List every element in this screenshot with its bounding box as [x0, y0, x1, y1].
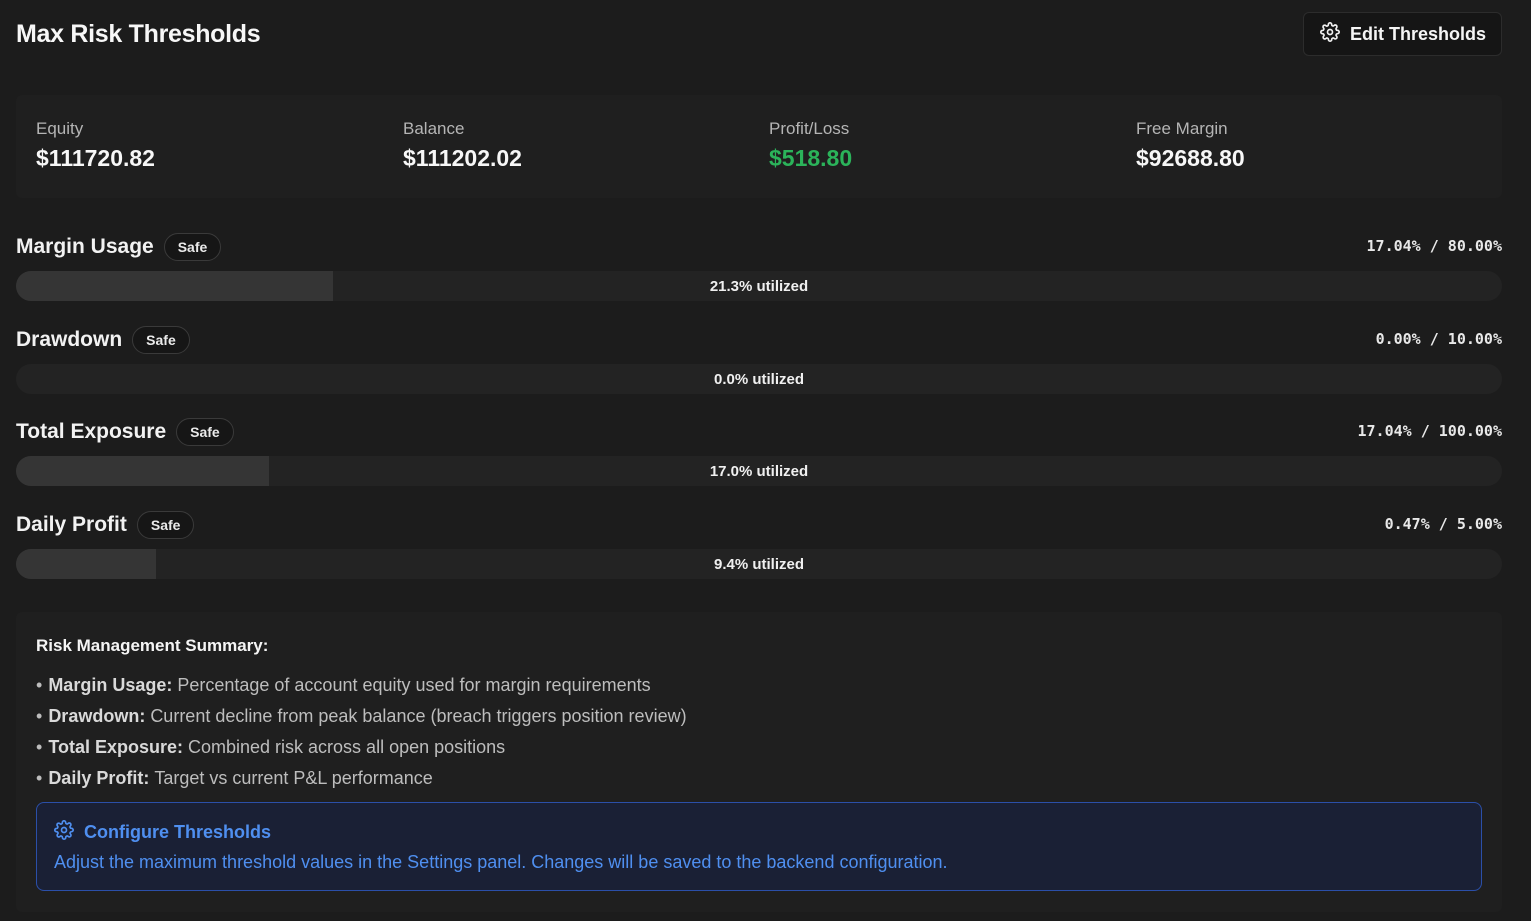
summary-list: • Margin Usage: Percentage of account eq… [36, 670, 687, 794]
configure-thresholds-notice: Configure Thresholds Adjust the maximum … [36, 802, 1482, 891]
summary-title: Risk Management Summary: [36, 636, 269, 655]
status-badge: Safe [176, 418, 234, 446]
info-text: Adjust the maximum threshold values in t… [54, 852, 948, 872]
stat-value: $518.80 [769, 145, 853, 171]
account-stats-card: Equity $111720.82 Balance $111202.02 Pro… [16, 95, 1502, 198]
summary-text: Current decline from peak balance (breac… [150, 706, 687, 726]
metric-name: Margin Usage [16, 235, 154, 258]
summary-text: Combined risk across all open positions [188, 737, 506, 757]
info-title: Configure Thresholds [84, 822, 272, 842]
bullet-icon: • [36, 737, 43, 757]
stat-equity: Equity $111720.82 [36, 119, 155, 172]
utilization-label: 21.3% utilized [709, 277, 809, 295]
bullet-icon: • [36, 675, 43, 695]
edit-thresholds-button[interactable]: Edit Thresholds [1302, 12, 1502, 56]
summary-term: Daily Profit: [48, 768, 150, 788]
utilization-label: 9.4% utilized [713, 555, 805, 573]
metric-margin-usage: Margin Usage Safe 17.04% / 80.00% 21.3% … [16, 231, 1502, 301]
stat-label: Equity [36, 119, 84, 138]
summary-text: Percentage of account equity used for ma… [177, 675, 651, 695]
summary-term: Total Exposure: [48, 737, 183, 757]
gear-icon [54, 820, 74, 845]
bullet-icon: • [36, 706, 43, 726]
metric-values: 17.04% / 80.00% [1366, 237, 1502, 255]
metric-drawdown: Drawdown Safe 0.00% / 10.00% 0.0% utiliz… [16, 324, 1502, 394]
stat-value: $111202.02 [403, 145, 522, 171]
utilization-bar: 9.4% utilized [16, 549, 1502, 579]
summary-term: Drawdown: [48, 706, 146, 726]
stat-label: Balance [403, 119, 465, 138]
stat-profit-loss: Profit/Loss $518.80 [769, 119, 852, 172]
utilization-bar: 21.3% utilized [16, 271, 1502, 301]
status-badge: Safe [132, 326, 190, 354]
edit-thresholds-label: Edit Thresholds [1349, 23, 1486, 44]
summary-term: Margin Usage: [48, 675, 173, 695]
stat-label: Free Margin [1136, 119, 1228, 138]
stat-free-margin: Free Margin $92688.80 [1136, 119, 1245, 172]
gear-icon [1320, 21, 1340, 47]
status-badge: Safe [136, 511, 195, 539]
list-item: • Drawdown: Current decline from peak ba… [36, 701, 687, 732]
info-heading: Configure Thresholds [54, 820, 271, 845]
stat-label: Profit/Loss [769, 119, 850, 138]
metric-values: 0.00% / 10.00% [1375, 330, 1502, 348]
metric-total-exposure: Total Exposure Safe 17.04% / 100.00% 17.… [16, 416, 1502, 486]
metric-name: Drawdown [16, 328, 123, 351]
summary-text: Target vs current P&L performance [154, 768, 433, 788]
utilization-bar: 17.0% utilized [16, 456, 1502, 486]
metric-name: Daily Profit [16, 513, 127, 536]
utilization-bar: 0.0% utilized [16, 364, 1502, 394]
utilization-label: 17.0% utilized [709, 462, 809, 480]
panel-header: Max Risk Thresholds Edit Thresholds [16, 10, 1502, 58]
page-title: Max Risk Thresholds [16, 19, 261, 48]
list-item: • Daily Profit: Target vs current P&L pe… [36, 763, 687, 794]
metric-name: Total Exposure [16, 420, 167, 443]
metric-values: 17.04% / 100.00% [1357, 422, 1503, 440]
list-item: • Margin Usage: Percentage of account eq… [36, 670, 687, 701]
risk-summary-card: Risk Management Summary: • Margin Usage:… [16, 612, 1502, 912]
stat-value: $92688.80 [1136, 145, 1245, 171]
bullet-icon: • [36, 768, 43, 788]
stat-balance: Balance $111202.02 [403, 119, 522, 172]
metric-values: 0.47% / 5.00% [1384, 515, 1502, 533]
utilization-label: 0.0% utilized [713, 370, 805, 388]
metric-daily-profit: Daily Profit Safe 0.47% / 5.00% 9.4% uti… [16, 509, 1502, 579]
list-item: • Total Exposure: Combined risk across a… [36, 732, 687, 763]
risk-thresholds-panel: Max Risk Thresholds Edit Thresholds Equi… [0, 0, 1531, 921]
stat-value: $111720.82 [36, 145, 155, 171]
status-badge: Safe [163, 233, 222, 261]
